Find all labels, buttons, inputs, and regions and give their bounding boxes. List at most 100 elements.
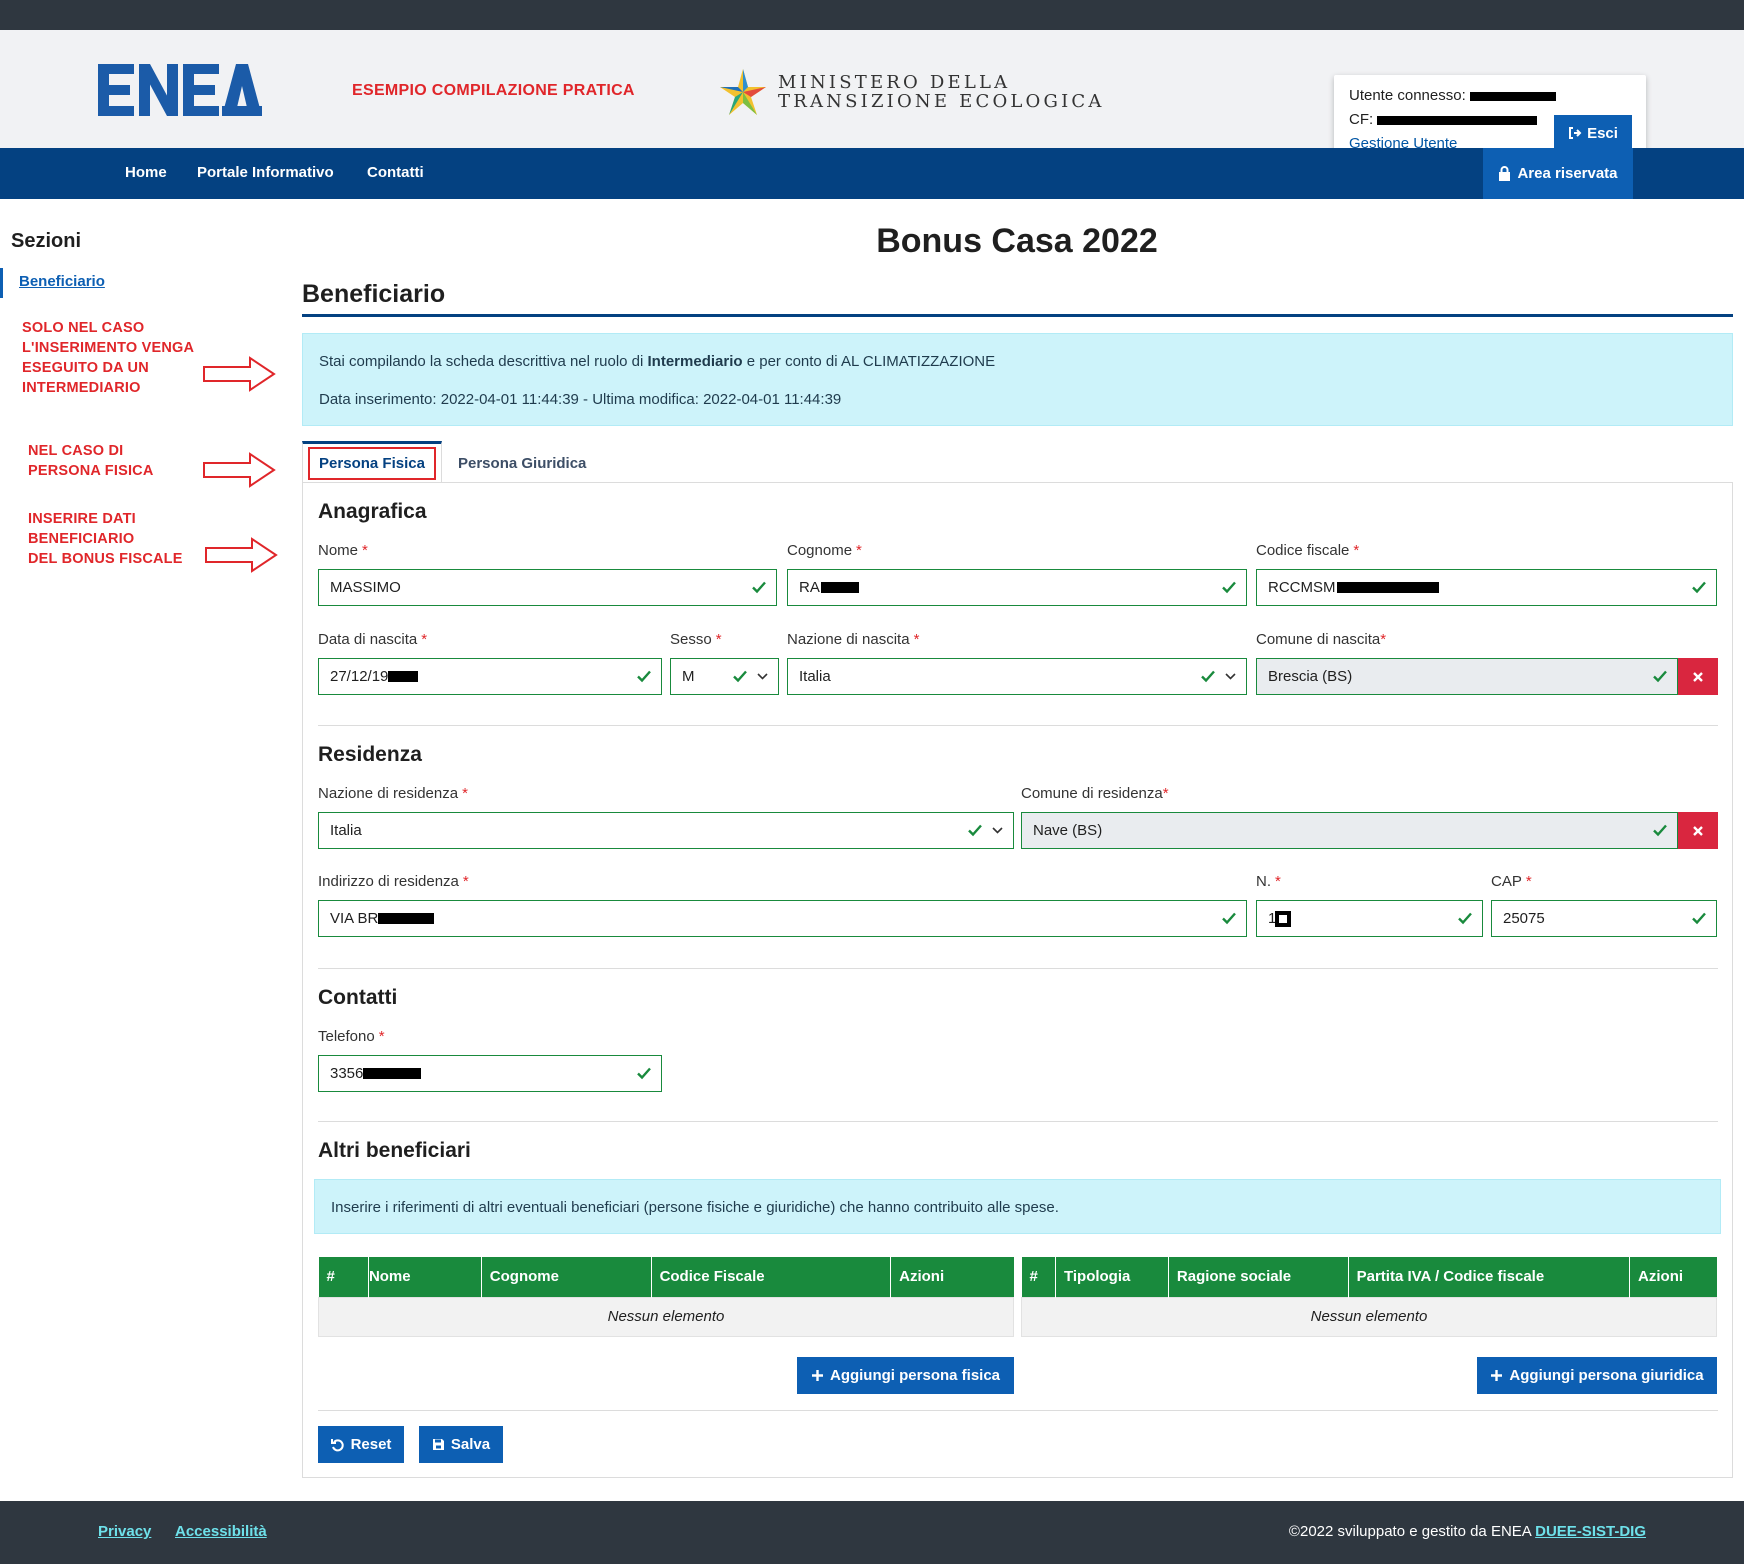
chevron-down-icon (757, 672, 768, 680)
save-button[interactable]: Salva (419, 1426, 503, 1463)
sample-label: ESEMPIO COMPILAZIONE PRATICA (352, 82, 635, 99)
annotation-persona-fisica: NEL CASO DI PERSONA FISICA (28, 443, 154, 479)
info-dates: Data inserimento: 2022-04-01 11:44:39 - … (319, 391, 842, 408)
column-header: Azioni (1629, 1257, 1717, 1297)
comune-residenza-field[interactable]: Nave (BS) (1021, 812, 1678, 849)
column-header: Nome (368, 1257, 482, 1297)
add-persona-fisica-label: Aggiungi persona fisica (829, 1367, 1001, 1384)
reserved-area-button[interactable]: Area riservata (1483, 148, 1633, 199)
telefono-field[interactable]: 3356 (318, 1055, 662, 1092)
logout-button[interactable]: Esci (1554, 115, 1632, 151)
residenza-title: Residenza (318, 743, 422, 766)
comune-nascita-field[interactable]: Brescia (BS) (1256, 658, 1678, 695)
redacted-numero (1275, 910, 1292, 927)
annotation-intermediario: SOLO NEL CASO L'INSERIMENTO VENGA ESEGUITO… (22, 320, 195, 396)
nav-contatti[interactable]: Contatti (367, 164, 424, 181)
user-label: Utente connesso: (1349, 87, 1466, 104)
chevron-down-icon (992, 826, 1003, 834)
divider-residenza (318, 968, 1718, 969)
duee-sist-dig-link[interactable]: DUEE-SIST-DIG (1535, 1523, 1646, 1540)
cap-field[interactable]: 25075 (1491, 900, 1717, 937)
add-persona-giuridica-button[interactable]: Aggiungi persona giuridica (1477, 1357, 1717, 1394)
indirizzo-label: Indirizzo di residenza * (318, 873, 469, 890)
table-persone-fisiche: # Nome Cognome Codice Fiscale Azioni Nes… (318, 1257, 1014, 1337)
contatti-title: Contatti (318, 986, 398, 1009)
comune-residenza-label: Comune di residenza* (1021, 785, 1169, 802)
logout-icon (1569, 127, 1582, 139)
column-header: Cognome (481, 1257, 652, 1297)
check-icon (1222, 581, 1236, 594)
sidebar-item-beneficiario[interactable]: Beneficiario (0, 268, 105, 298)
codice-fiscale-field[interactable]: RCCMSM (1256, 569, 1717, 606)
accessibility-link[interactable]: Accessibilità (175, 1523, 267, 1540)
enea-logo[interactable] (98, 64, 262, 116)
close-icon (1693, 825, 1703, 836)
data-nascita-field[interactable]: 27/12/19 (318, 658, 662, 695)
check-icon (1222, 912, 1236, 925)
reset-button[interactable]: Reset (318, 1426, 404, 1463)
nome-field[interactable]: MASSIMO (318, 569, 777, 606)
lock-icon (1499, 166, 1511, 181)
save-label: Salva (450, 1436, 491, 1453)
redacted-cognome (820, 582, 859, 593)
sesso-label: Sesso * (670, 631, 722, 648)
divider-anagrafica (318, 725, 1718, 726)
ministry-line-2: TRANSIZIONE ECOLOGICA (778, 91, 1105, 112)
add-persona-giuridica-label: Aggiungi persona giuridica (1509, 1367, 1704, 1384)
sidebar-item-label: Beneficiario (19, 273, 105, 290)
cap-label: CAP * (1491, 873, 1532, 890)
section-title: Beneficiario (302, 280, 446, 308)
divider-contatti (318, 1121, 1718, 1122)
nazione-nascita-select[interactable]: Italia (787, 658, 1247, 695)
info-role-text: Stai compilando la scheda descrittiva ne… (319, 353, 996, 370)
plus-icon (811, 1370, 823, 1381)
sidebar-title: Sezioni (11, 230, 82, 252)
privacy-link[interactable]: Privacy (98, 1523, 151, 1540)
cognome-field[interactable]: RA (787, 569, 1247, 606)
top-strip (0, 0, 1744, 30)
data-nascita-label: Data di nascita * (318, 631, 428, 648)
logout-label: Esci (1587, 124, 1618, 142)
numero-label: N. * (1256, 873, 1281, 890)
tab-persona-fisica[interactable]: Persona Fisica (302, 441, 442, 483)
check-icon (1653, 824, 1667, 837)
cf-label: CF: (1349, 111, 1374, 128)
annotation-arrow-3 (205, 537, 278, 573)
anagrafica-title: Anagrafica (318, 500, 427, 523)
clear-comune-residenza-button[interactable] (1678, 812, 1718, 849)
altri-beneficiari-title: Altri beneficiari (318, 1139, 471, 1162)
check-icon (637, 670, 651, 683)
redacted-username (1469, 91, 1556, 101)
column-header: Codice Fiscale (651, 1257, 892, 1297)
ministry-logo[interactable]: MINISTERO DELLA TRANSIZIONE ECOLOGICA (718, 66, 1105, 118)
column-header: # (318, 1257, 369, 1297)
indirizzo-field[interactable]: VIA BR (318, 900, 1247, 937)
check-icon (637, 1067, 651, 1080)
redacted-indirizzo (378, 913, 435, 924)
redacted-data-nascita (388, 671, 419, 682)
nav-portale-informativo[interactable]: Portale Informativo (197, 164, 334, 181)
cognome-label: Cognome * (787, 542, 862, 559)
numero-field[interactable]: 1 (1256, 900, 1483, 937)
floppy-disk-icon (432, 1439, 444, 1450)
comune-nascita-label: Comune di nascita* (1256, 631, 1387, 648)
nav-home[interactable]: Home (125, 164, 167, 181)
sesso-select[interactable]: M (670, 658, 779, 695)
chevron-down-icon (1225, 672, 1236, 680)
undo-icon (330, 1438, 344, 1451)
altri-info-alert: Inserire i riferimenti di altri eventual… (314, 1179, 1721, 1234)
column-header: Tipologia (1055, 1257, 1169, 1297)
page-title: Bonus Casa 2022 (876, 222, 1158, 260)
tab-persona-giuridica[interactable]: Persona Giuridica (458, 455, 586, 472)
nazione-residenza-select[interactable]: Italia (318, 812, 1014, 849)
annotation-dati-beneficiario: INSERIRE DATI BENEFICIARIO DEL BONUS FISCA… (28, 511, 183, 567)
add-persona-fisica-button[interactable]: Aggiungi persona fisica (797, 1357, 1014, 1394)
plus-icon (1491, 1370, 1503, 1381)
divider-altri (318, 1410, 1718, 1411)
telefono-label: Telefono * (318, 1028, 385, 1045)
redacted-codice-fiscale (1336, 582, 1439, 593)
column-header: Ragione sociale (1168, 1257, 1349, 1297)
column-header: Partita IVA / Codice fiscale (1348, 1257, 1631, 1297)
footer: Privacy Accessibilità ©2022 sviluppato e… (0, 1501, 1744, 1564)
clear-comune-nascita-button[interactable] (1678, 658, 1718, 695)
